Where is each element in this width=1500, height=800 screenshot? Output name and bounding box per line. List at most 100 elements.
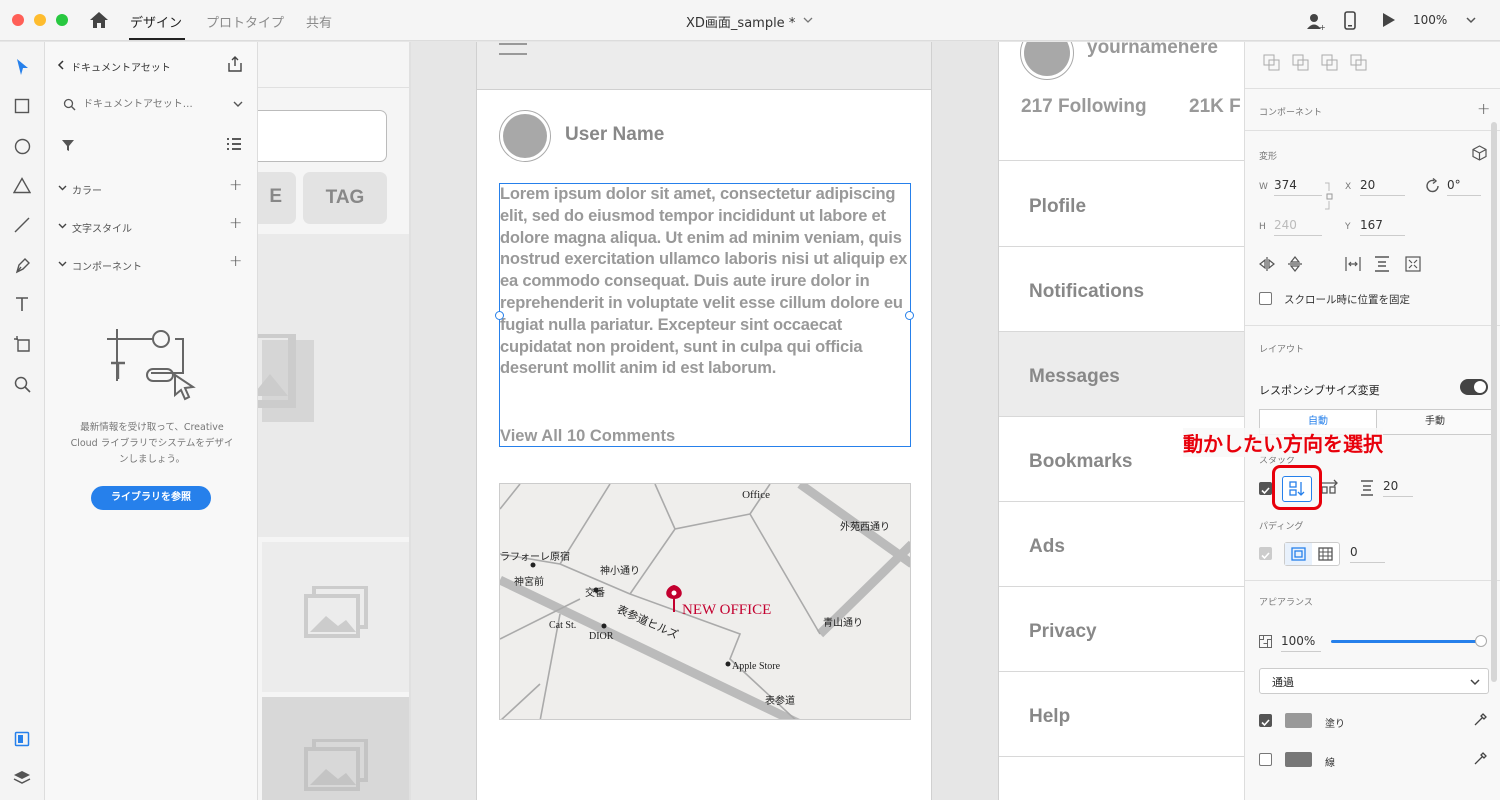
assets-panel-icon[interactable]: [11, 728, 33, 750]
zoom-level[interactable]: 100%: [1413, 13, 1447, 27]
resize-manual-button[interactable]: 手動: [1376, 409, 1494, 435]
tab-design[interactable]: デザイン: [130, 12, 182, 31]
menu-item-privacy[interactable]: Privacy: [999, 587, 1244, 672]
menu-item-notifications[interactable]: Notifications: [999, 247, 1244, 332]
zoom-window-button[interactable]: [56, 14, 68, 26]
select-tool-icon[interactable]: [11, 56, 33, 78]
section-colors[interactable]: カラー +: [45, 175, 257, 206]
minimize-window-button[interactable]: [34, 14, 46, 26]
fit-content-icon[interactable]: [1405, 256, 1421, 272]
inspector-scrollbar[interactable]: [1491, 122, 1497, 682]
document-title[interactable]: XD画面_sample *: [686, 12, 795, 31]
subtract-icon[interactable]: [1292, 54, 1310, 72]
close-window-button[interactable]: [12, 14, 24, 26]
pen-tool-icon[interactable]: [11, 254, 33, 276]
width-field[interactable]: 374: [1274, 178, 1322, 196]
padding-field[interactable]: 0: [1350, 545, 1385, 563]
tag-chip[interactable]: TAG: [303, 172, 387, 224]
followers-count[interactable]: 21K F: [1189, 96, 1241, 118]
opacity-field[interactable]: 100%: [1281, 634, 1321, 652]
3d-transform-icon[interactable]: [1472, 145, 1487, 161]
padding-uniform-button[interactable]: [1285, 543, 1312, 565]
add-color-icon[interactable]: +: [229, 175, 242, 194]
back-chevron-icon[interactable]: [57, 60, 65, 70]
zoom-tool-icon[interactable]: [11, 373, 33, 395]
profile-avatar[interactable]: [1020, 42, 1074, 80]
text-tool-icon[interactable]: [11, 293, 33, 315]
resize-handle[interactable]: [905, 311, 914, 320]
menu-item-help[interactable]: Help: [999, 672, 1244, 757]
opacity-slider-thumb[interactable]: [1475, 635, 1487, 647]
ellipse-tool-icon[interactable]: [11, 135, 33, 157]
resize-handle[interactable]: [495, 311, 504, 320]
distribute-vertical-icon[interactable]: [1375, 256, 1389, 272]
rectangle-tool-icon[interactable]: [11, 95, 33, 117]
browse-library-button[interactable]: ライブラリを参照: [91, 486, 211, 510]
selected-text-group[interactable]: Lorem ipsum dolor sit amet, consectetur …: [495, 183, 914, 447]
tab-share[interactable]: 共有: [306, 12, 332, 31]
rotate-icon[interactable]: [1425, 178, 1441, 194]
y-field[interactable]: 167: [1360, 218, 1405, 236]
eyedropper-icon[interactable]: [1473, 713, 1487, 727]
assets-back-label[interactable]: ドキュメントアセット: [71, 59, 171, 74]
chevron-down-icon[interactable]: [803, 16, 813, 24]
design-canvas[interactable]: E TAG User Name Lorem ipsum dolor sit am…: [258, 42, 1244, 800]
exclude-overlap-icon[interactable]: [1350, 54, 1368, 72]
rotation-field[interactable]: 0°: [1447, 178, 1481, 196]
menu-item-profile[interactable]: Plofile: [999, 162, 1244, 247]
invite-user-icon[interactable]: +: [1305, 11, 1325, 31]
left-artboard[interactable]: E TAG: [258, 42, 409, 800]
opacity-slider[interactable]: [1331, 640, 1481, 643]
add-component-icon[interactable]: +: [1477, 99, 1490, 118]
stack-horizontal-icon[interactable]: [1320, 479, 1340, 499]
filter-icon[interactable]: [61, 139, 75, 152]
section-text-styles[interactable]: 文字スタイル +: [45, 213, 257, 244]
intersect-icon[interactable]: [1321, 54, 1339, 72]
flip-vertical-icon[interactable]: [1288, 256, 1302, 272]
x-field[interactable]: 20: [1360, 178, 1405, 196]
search-box[interactable]: [258, 110, 387, 162]
following-count[interactable]: 217 Following: [1021, 96, 1147, 118]
stroke-checkbox[interactable]: [1259, 753, 1272, 766]
post-artboard[interactable]: User Name Lorem ipsum dolor sit amet, co…: [476, 42, 932, 800]
eyedropper-icon[interactable]: [1473, 752, 1487, 766]
distribute-horizontal-icon[interactable]: [1345, 257, 1361, 271]
map-image[interactable]: Office 外苑西通り ラフォーレ原宿 神小通り 神宮前 交番 表参道ヒルズ …: [499, 483, 911, 720]
padding-individual-button[interactable]: [1312, 543, 1339, 565]
responsive-resize-toggle[interactable]: [1460, 379, 1488, 395]
list-view-icon[interactable]: [226, 137, 242, 151]
fix-position-checkbox[interactable]: [1259, 292, 1272, 305]
layers-panel-icon[interactable]: [11, 767, 33, 789]
tag-chip[interactable]: E: [258, 172, 296, 224]
search-chevron-icon[interactable]: [233, 100, 243, 108]
add-component-icon[interactable]: +: [229, 251, 242, 270]
lock-aspect-icon[interactable]: [1324, 182, 1334, 210]
flip-horizontal-icon[interactable]: [1259, 257, 1275, 271]
union-icon[interactable]: [1263, 54, 1281, 72]
view-comments-link[interactable]: View All 10 Comments: [500, 427, 675, 446]
hamburger-menu-icon[interactable]: [499, 42, 527, 56]
line-tool-icon[interactable]: [11, 214, 33, 236]
assets-search-input[interactable]: [83, 94, 205, 114]
home-icon[interactable]: [89, 11, 109, 29]
menu-item-ads[interactable]: Ads: [999, 502, 1244, 587]
polygon-tool-icon[interactable]: [11, 174, 33, 196]
stack-spacing-field[interactable]: 20: [1383, 479, 1413, 497]
tab-prototype[interactable]: プロトタイプ: [206, 12, 284, 31]
stack-checkbox[interactable]: [1259, 482, 1272, 495]
play-preview-icon[interactable]: [1382, 12, 1396, 28]
height-field[interactable]: 240: [1274, 218, 1322, 236]
mobile-preview-icon[interactable]: [1344, 11, 1356, 30]
fill-color-swatch[interactable]: [1285, 713, 1312, 728]
menu-item-messages[interactable]: Messages: [999, 332, 1244, 417]
zoom-chevron-icon[interactable]: [1466, 16, 1476, 24]
artboard-tool-icon[interactable]: [11, 333, 33, 355]
stroke-color-swatch[interactable]: [1285, 752, 1312, 767]
avatar[interactable]: [499, 110, 551, 162]
section-components[interactable]: コンポーネント +: [45, 251, 257, 282]
add-text-style-icon[interactable]: +: [229, 213, 242, 232]
blend-mode-select[interactable]: 通過: [1259, 668, 1489, 694]
share-export-icon[interactable]: [227, 55, 243, 73]
fill-checkbox[interactable]: [1259, 714, 1272, 727]
padding-checkbox[interactable]: [1259, 547, 1272, 560]
